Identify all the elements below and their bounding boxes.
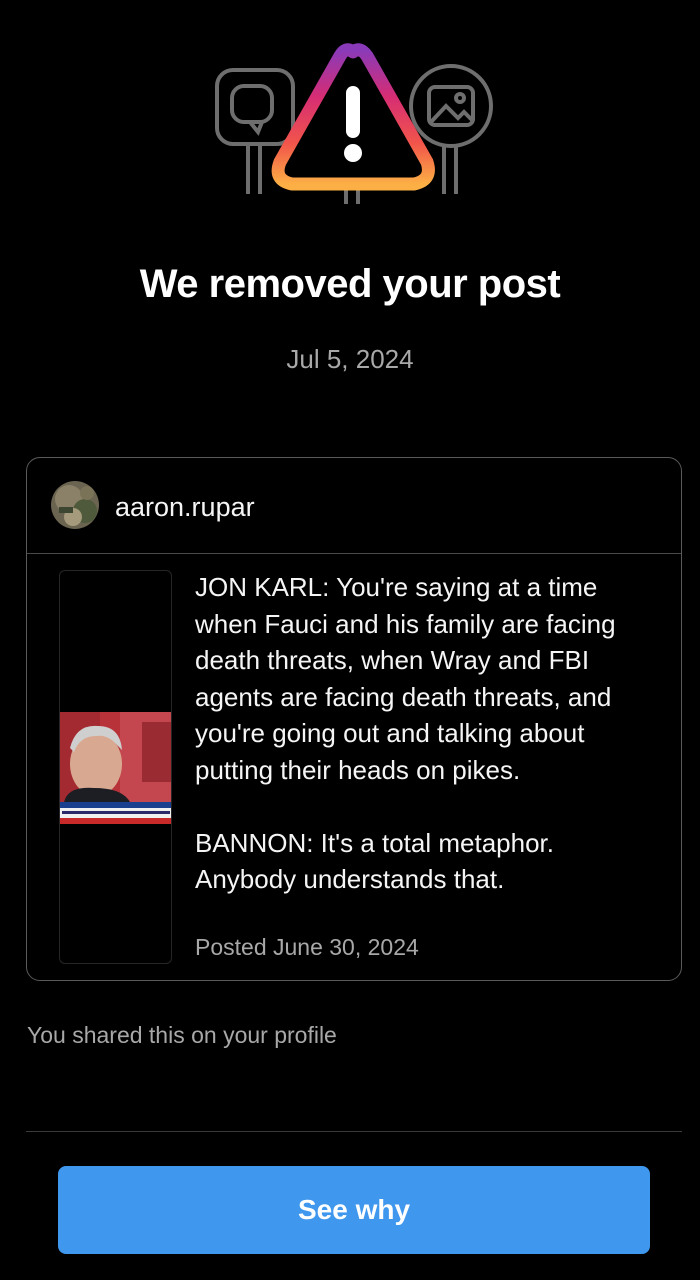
page-title: We removed your post: [139, 262, 561, 306]
post-date: Posted June 30, 2024: [195, 934, 419, 960]
post-thumbnail[interactable]: [59, 570, 172, 964]
warning-triangle-icon: [271, 43, 435, 204]
post-header: aaron.rupar: [27, 458, 681, 554]
divider: [26, 1131, 682, 1132]
see-why-button[interactable]: See why: [58, 1166, 650, 1254]
video-still-image: [60, 712, 171, 824]
avatar[interactable]: [51, 481, 99, 529]
removal-date: Jul 5, 2024: [286, 344, 414, 374]
removed-post-illustration: [200, 38, 500, 218]
post-caption: JON KARL: You're saying at a time when F…: [195, 572, 616, 894]
removed-post-card: aaron.rupar JON KARL: You're saying at a…: [26, 457, 682, 981]
shared-note: You shared this on your profile: [27, 1022, 337, 1048]
post-username[interactable]: aaron.rupar: [115, 492, 255, 523]
